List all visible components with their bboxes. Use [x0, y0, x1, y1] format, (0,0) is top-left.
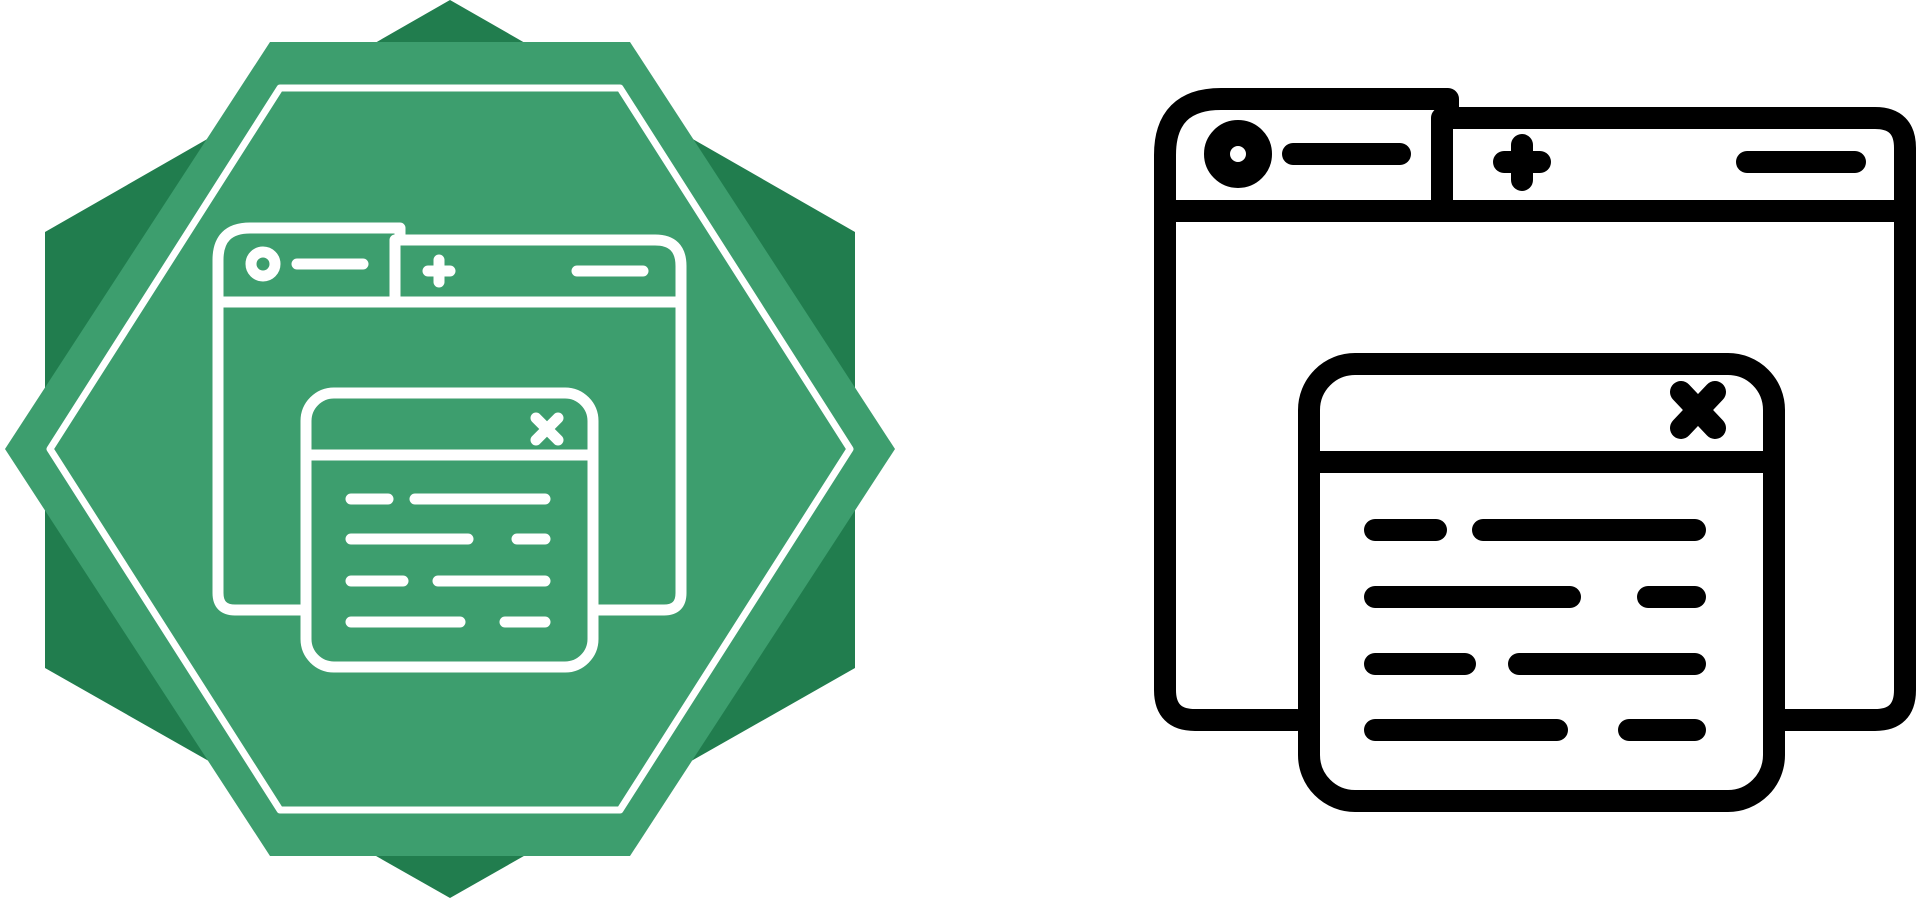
close-icon [530, 412, 564, 446]
outline-svg [1154, 88, 1916, 812]
plus-icon [1493, 134, 1551, 191]
badge-inner-hexagon [5, 42, 895, 856]
badge-svg [5, 0, 895, 898]
front-window-text-lines [1364, 519, 1706, 741]
back-window-frame [1154, 88, 1916, 731]
outline-browser-glyph [1154, 88, 1916, 812]
browser-windows-outline-icon [1130, 0, 1920, 898]
browser-windows-badge-icon [0, 0, 900, 898]
record-dot [1224, 140, 1252, 168]
close-icon [1670, 381, 1726, 439]
